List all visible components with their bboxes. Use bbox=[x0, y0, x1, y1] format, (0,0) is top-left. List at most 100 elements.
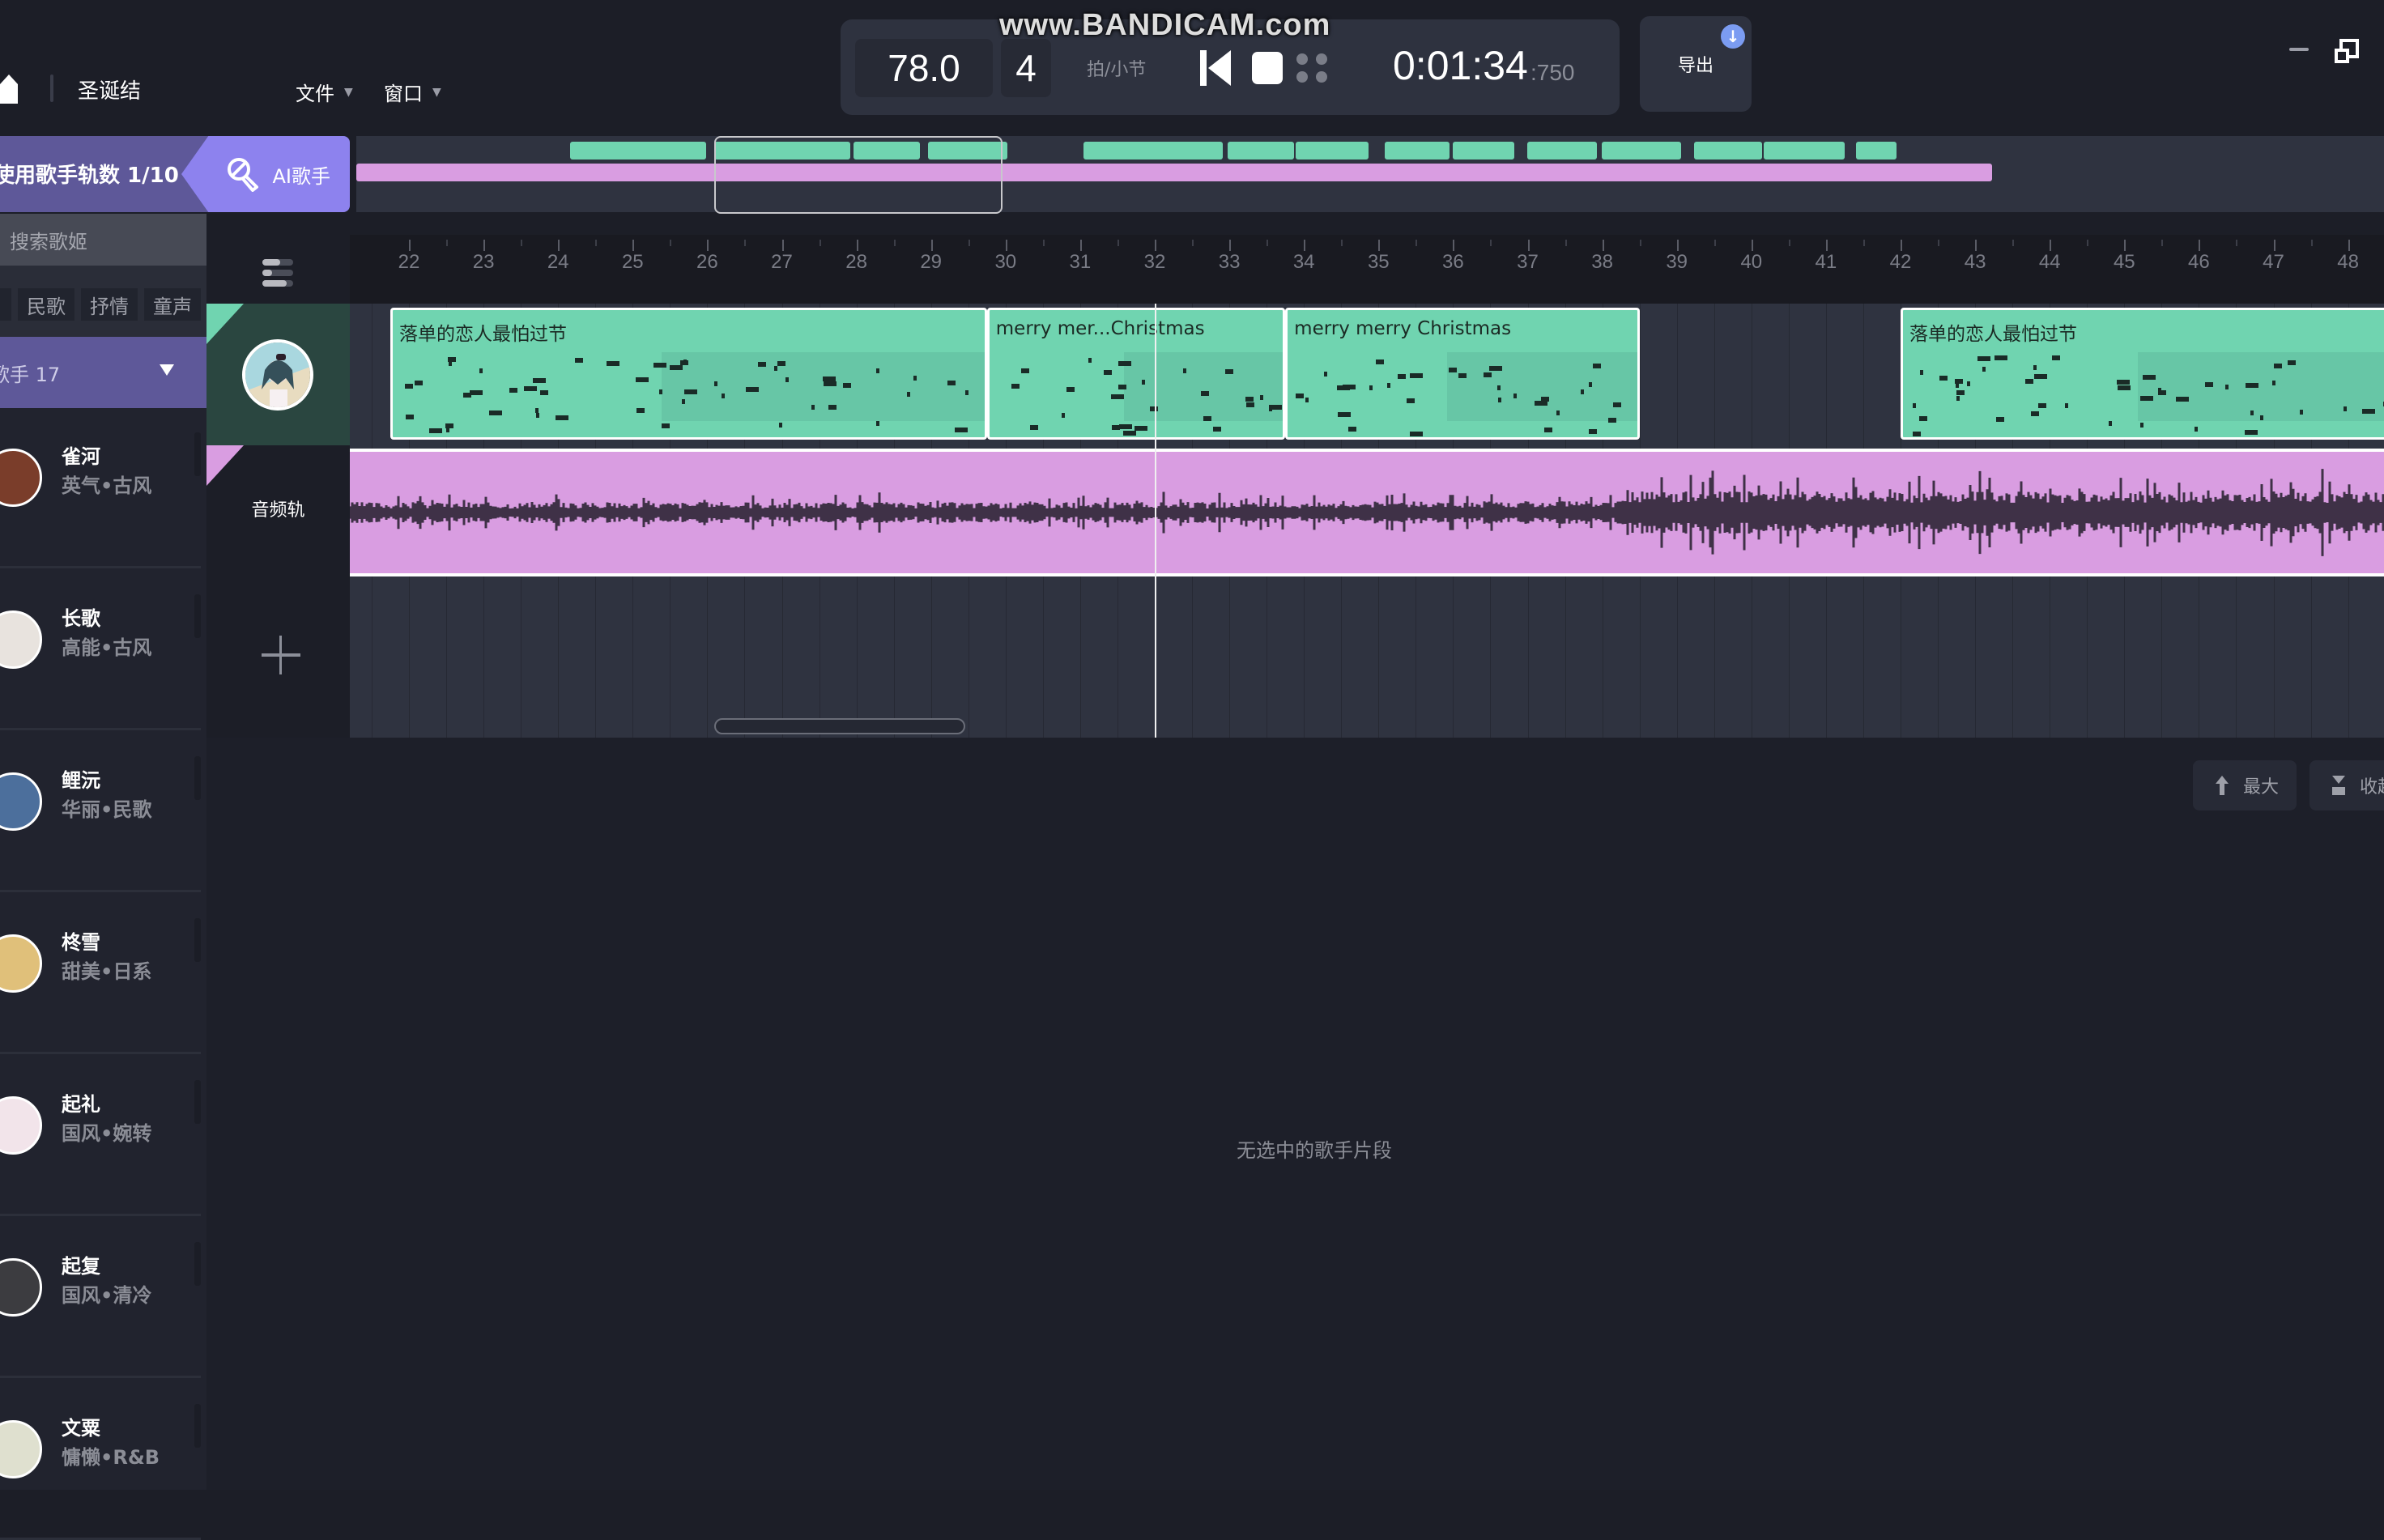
midi-note bbox=[680, 360, 689, 366]
midi-note bbox=[2259, 415, 2263, 420]
track-list-toggle-icon[interactable] bbox=[261, 257, 295, 288]
collapse-panel-button[interactable]: 收起 bbox=[2310, 760, 2384, 810]
maximize-panel-button[interactable]: 最大 bbox=[2193, 760, 2297, 810]
ruler-tick bbox=[2348, 240, 2350, 251]
stop-icon[interactable] bbox=[1252, 52, 1283, 84]
menu-window[interactable]: 窗口 ▼ bbox=[384, 78, 441, 106]
record-dots-icon[interactable] bbox=[1296, 52, 1330, 84]
singer-list-item[interactable]: 文粟 慵懒•R&B bbox=[0, 1380, 201, 1540]
midi-note bbox=[1544, 427, 1553, 432]
singer-item-handle[interactable] bbox=[194, 1404, 201, 1448]
home-icon[interactable] bbox=[0, 74, 18, 104]
horizontal-scrollbar[interactable] bbox=[714, 718, 965, 734]
skip-to-start-icon[interactable] bbox=[1200, 50, 1232, 86]
midi-note bbox=[1111, 394, 1125, 399]
singer-item-handle[interactable] bbox=[194, 1080, 201, 1124]
singer-item-handle[interactable] bbox=[194, 1242, 201, 1286]
menu-file[interactable]: 文件 ▼ bbox=[296, 78, 353, 106]
midi-note bbox=[1245, 402, 1254, 407]
singer-avatar[interactable] bbox=[242, 339, 313, 411]
singer-clip[interactable]: 落单的恋人最怕过节 bbox=[1901, 308, 2384, 440]
export-button[interactable]: 导出 ↓ bbox=[1640, 16, 1752, 112]
singer-clip[interactable]: merry mer...Christmas bbox=[986, 308, 1286, 440]
ruler-bar-number: 30 bbox=[994, 251, 1017, 273]
midi-note bbox=[2158, 389, 2167, 395]
singer-list-item[interactable]: 柊雪 甜美•日系 bbox=[0, 894, 201, 1054]
playhead[interactable] bbox=[1155, 304, 1156, 738]
midi-note bbox=[1513, 394, 1518, 399]
midi-note bbox=[1118, 385, 1126, 390]
singer-name: 起礼 bbox=[62, 1093, 100, 1116]
midi-note bbox=[947, 381, 956, 386]
singer-track-header[interactable] bbox=[206, 304, 350, 445]
midi-note bbox=[1939, 375, 1948, 381]
singer-clip[interactable]: 落单的恋人最怕过节 bbox=[390, 308, 987, 440]
ai-singer-button[interactable]: AI歌手 bbox=[181, 136, 350, 212]
ruler-tick bbox=[1005, 240, 1007, 251]
midi-note bbox=[1119, 423, 1133, 429]
singer-clip[interactable]: merry merry Christmas bbox=[1285, 308, 1640, 440]
filter-chip[interactable]: 童声 bbox=[144, 288, 201, 321]
singer-list-item[interactable]: 鲤沅 华丽•民歌 bbox=[0, 732, 201, 892]
midi-note bbox=[2038, 403, 2047, 409]
beats-per-bar-field[interactable]: 4 bbox=[1001, 39, 1051, 97]
clip-phrase-region bbox=[661, 352, 985, 421]
singer-item-handle[interactable] bbox=[194, 432, 201, 476]
ruler-minor-tick bbox=[1938, 240, 1940, 246]
ruler-tick bbox=[1229, 240, 1232, 251]
midi-note bbox=[1111, 424, 1120, 430]
minimize-icon[interactable] bbox=[2289, 48, 2309, 51]
midi-note bbox=[1149, 406, 1158, 411]
midi-note bbox=[1122, 430, 1136, 436]
ruler-minor-tick bbox=[595, 240, 598, 246]
clip-title: 落单的恋人最怕过节 bbox=[398, 324, 567, 345]
singer-list-item[interactable]: 雀河 英气•古风 bbox=[0, 408, 201, 568]
overview-viewport-window[interactable] bbox=[714, 136, 1003, 214]
midi-note bbox=[658, 389, 662, 395]
ruler-minor-tick bbox=[893, 240, 896, 246]
ruler-tick bbox=[1676, 240, 1679, 251]
singer-list-item[interactable]: 起礼 国风•婉转 bbox=[0, 1056, 201, 1216]
midi-note bbox=[1409, 373, 1423, 379]
filter-chip[interactable]: 抒情 bbox=[81, 288, 138, 321]
singer-list-item[interactable]: 起复 国风•清冷 bbox=[0, 1218, 201, 1378]
midi-note bbox=[1200, 390, 1209, 396]
arrangement-grid[interactable]: 落单的恋人最怕过节 merry mer...Christmas merry merr… bbox=[350, 304, 2384, 738]
singer-item-handle[interactable] bbox=[194, 756, 201, 800]
restore-window-icon[interactable] bbox=[2335, 39, 2359, 63]
midi-note bbox=[2140, 423, 2144, 428]
add-track-icon[interactable] bbox=[262, 636, 300, 674]
midi-note bbox=[774, 366, 778, 372]
midi-note bbox=[1030, 425, 1039, 431]
arrangement-overview[interactable] bbox=[356, 136, 2384, 214]
midi-note bbox=[1488, 365, 1502, 371]
clip-title: merry mer...Christmas bbox=[995, 318, 1205, 339]
midi-note bbox=[681, 398, 685, 404]
midi-note bbox=[479, 368, 483, 373]
singer-item-handle[interactable] bbox=[194, 594, 201, 638]
ruler-bar-number: 46 bbox=[2188, 251, 2210, 273]
singer-tags: 高能•古风 bbox=[62, 636, 152, 659]
singer-search-input[interactable]: 搜索歌姬 bbox=[0, 214, 206, 266]
singer-item-handle[interactable] bbox=[194, 918, 201, 962]
audio-track-header[interactable]: 音频轨 bbox=[206, 445, 350, 579]
overview-singer-segment bbox=[1453, 142, 1514, 160]
midi-note bbox=[1448, 368, 1457, 373]
audio-clip[interactable] bbox=[350, 449, 2384, 576]
midi-note bbox=[1406, 398, 1415, 404]
midi-note bbox=[1535, 401, 1548, 406]
singer-avatar bbox=[0, 1096, 42, 1155]
midi-note bbox=[876, 420, 880, 426]
singer-list-item[interactable]: 长歌 高能•古风 bbox=[0, 570, 201, 730]
midi-note bbox=[1088, 357, 1092, 363]
track-color-tag bbox=[206, 304, 244, 344]
ruler-tick bbox=[856, 240, 858, 251]
midi-note bbox=[713, 381, 717, 386]
filter-chip[interactable]: 民歌 bbox=[18, 288, 74, 321]
singer-category-dropdown[interactable]: 歌手 17 bbox=[0, 337, 206, 408]
bpm-field[interactable]: 78.0 bbox=[855, 39, 993, 97]
midi-note bbox=[1581, 389, 1585, 395]
filter-chip[interactable] bbox=[0, 288, 11, 321]
timeline-ruler[interactable]: 22 23 24 25 26 27 28 29 30 31 32 33 34 35 36 37 38 39 40 41… bbox=[350, 235, 2384, 304]
ruler-bar-number: 35 bbox=[1367, 251, 1390, 273]
